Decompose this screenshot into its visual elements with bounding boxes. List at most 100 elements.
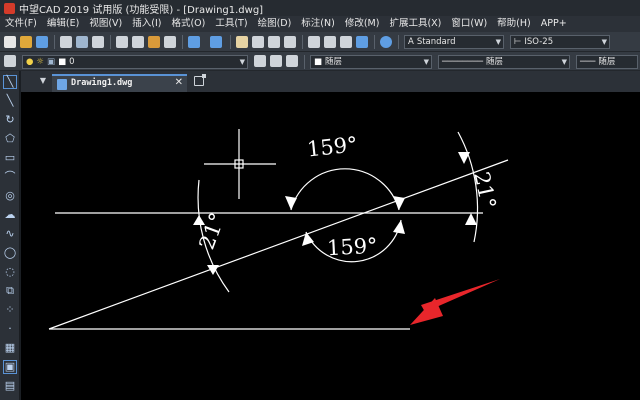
toolbar-separator [182, 35, 183, 49]
dim-label-21-left: 21° [195, 210, 230, 253]
save-icon[interactable] [36, 36, 48, 48]
menu-bar: 文件(F) 编辑(E) 视图(V) 插入(I) 格式(O) 工具(T) 绘图(D… [0, 16, 640, 32]
new-file-icon[interactable] [4, 36, 16, 48]
zoom-window-icon[interactable] [268, 36, 280, 48]
layer-select[interactable]: ● ☼ ▣ ■ 0 ▼ [22, 55, 248, 69]
menu-window[interactable]: 窗口(W) [446, 16, 492, 32]
copy-icon[interactable] [132, 36, 144, 48]
menu-express-tools[interactable]: 扩展工具(X) [384, 16, 446, 32]
rectangle-tool-icon[interactable]: ▭ [3, 151, 17, 165]
dim-arrow [458, 152, 470, 164]
layer-states-icon[interactable] [286, 55, 298, 67]
color-value: 随层 [325, 57, 343, 67]
menu-edit[interactable]: 编辑(E) [42, 16, 84, 32]
toolbar-separator [398, 35, 399, 49]
tab-drawing1[interactable]: Drawing1.dwg ✕ [52, 74, 187, 92]
color-select[interactable]: ■ 随层 ▼ [310, 55, 432, 69]
ray-tool-icon[interactable]: ╲ [3, 94, 17, 108]
layer-manager-icon[interactable] [4, 55, 16, 67]
toolbar-separator [302, 35, 303, 49]
design-center-icon[interactable] [324, 36, 336, 48]
menu-dimension[interactable]: 标注(N) [296, 16, 340, 32]
print-preview-icon[interactable] [76, 36, 88, 48]
sun-icon: ☼ [36, 57, 45, 67]
polygon-tool-icon[interactable]: ⬠ [3, 132, 17, 146]
menu-app-plus[interactable]: APP+ [536, 16, 572, 32]
help-icon[interactable] [380, 36, 392, 48]
dim-arc-159-upper [290, 168, 400, 211]
redo-icon[interactable] [210, 36, 222, 48]
make-current-layer-icon[interactable] [254, 55, 266, 67]
linetype-select[interactable]: ──────── 随层 ▼ [438, 55, 570, 69]
linetype-value: 随层 [485, 57, 503, 67]
lineweight-select[interactable]: ─── 随层 [576, 55, 638, 69]
drawing-file-icon [57, 79, 67, 90]
lineweight-sample-icon: ─── [580, 57, 596, 67]
tab-list-chevron-icon[interactable]: ▼ [38, 74, 48, 88]
menu-file[interactable]: 文件(F) [0, 16, 42, 32]
tool-palettes-icon[interactable] [340, 36, 352, 48]
zoom-realtime-icon[interactable] [252, 36, 264, 48]
publish-icon[interactable] [92, 36, 104, 48]
menu-tools[interactable]: 工具(T) [210, 16, 252, 32]
chevron-down-icon: ▼ [561, 58, 567, 66]
hatch-tool-icon[interactable]: ▦ [3, 341, 17, 355]
calculator-icon[interactable] [356, 36, 368, 48]
spline-tool-icon[interactable]: ∿ [3, 227, 17, 241]
drawing-svg: 159° 159° 21° 21° [48, 129, 509, 330]
dim-arrow [393, 220, 405, 234]
line-tool-icon[interactable]: ╲ [3, 75, 17, 89]
draw-toolbar: ╲ ╲ ↻ ⬠ ▭ ⌒ ◎ ☁ ∿ ◯ ◌ ⧉ ⁘ · ▦ ▣ ▤ [0, 71, 20, 400]
properties-icon[interactable] [308, 36, 320, 48]
cut-icon[interactable] [116, 36, 128, 48]
toolbar-separator [110, 35, 111, 49]
layer-value: 0 [69, 57, 75, 67]
menu-draw[interactable]: 绘图(D) [253, 16, 297, 32]
menu-help[interactable]: 帮助(H) [492, 16, 536, 32]
menu-insert[interactable]: 插入(I) [127, 16, 166, 32]
revcloud-tool-icon[interactable]: ☁ [3, 208, 17, 222]
drawing-canvas[interactable]: 159° 159° 21° 21° [21, 92, 640, 400]
dim-style-value: ISO-25 [524, 37, 554, 47]
toolbar-separator [374, 35, 375, 49]
window-title: 中望CAD 2019 试用版 (功能受限) - [Drawing1.dwg] [19, 4, 264, 16]
pan-hand-icon[interactable] [236, 36, 248, 48]
tab-label: Drawing1.dwg [71, 78, 133, 88]
region-tool-icon[interactable]: ▣ [3, 360, 17, 374]
polyline-tool-icon[interactable]: ↻ [3, 113, 17, 127]
zoom-previous-icon[interactable] [284, 36, 296, 48]
arc-tool-icon[interactable]: ⌒ [3, 170, 17, 184]
menu-view[interactable]: 视图(V) [84, 16, 127, 32]
insert-block-tool-icon[interactable]: ⧉ [3, 284, 17, 298]
new-drawing-tab-icon[interactable] [194, 74, 206, 86]
open-folder-icon[interactable] [20, 36, 32, 48]
menu-modify[interactable]: 修改(M) [340, 16, 385, 32]
toolbar-separator [304, 55, 305, 69]
layer-previous-icon[interactable] [270, 55, 282, 67]
dim-style-select[interactable]: ⊢ ISO-25 ▼ [510, 35, 610, 49]
ellipse-arc-tool-icon[interactable]: ◌ [3, 265, 17, 279]
menu-format[interactable]: 格式(O) [166, 16, 210, 32]
dim-style-icon: ⊢ [514, 37, 522, 47]
make-block-tool-icon[interactable]: ⁘ [3, 303, 17, 317]
toolbar-separator [230, 35, 231, 49]
print-icon[interactable] [60, 36, 72, 48]
point-tool-icon[interactable]: · [3, 322, 17, 336]
linetype-sample-icon: ──────── [442, 57, 483, 67]
text-style-icon: A [408, 37, 414, 47]
dim-label-159-upper: 159° [306, 132, 359, 161]
app-logo-icon [4, 2, 15, 14]
paste-icon[interactable] [148, 36, 160, 48]
close-icon[interactable]: ✕ [175, 77, 183, 88]
undo-icon[interactable] [188, 36, 200, 48]
lineweight-value: 随层 [598, 57, 616, 67]
dim-label-159-lower: 159° [326, 234, 378, 261]
table-tool-icon[interactable]: ▤ [3, 379, 17, 393]
lock-icon: ▣ [47, 57, 56, 67]
circle-tool-icon[interactable]: ◎ [3, 189, 17, 203]
match-properties-icon[interactable] [164, 36, 176, 48]
dim-label-21-right: 21° [469, 170, 500, 211]
ellipse-tool-icon[interactable]: ◯ [3, 246, 17, 260]
layer-color-swatch: ■ [58, 57, 67, 67]
text-style-select[interactable]: A Standard ▼ [404, 35, 504, 49]
